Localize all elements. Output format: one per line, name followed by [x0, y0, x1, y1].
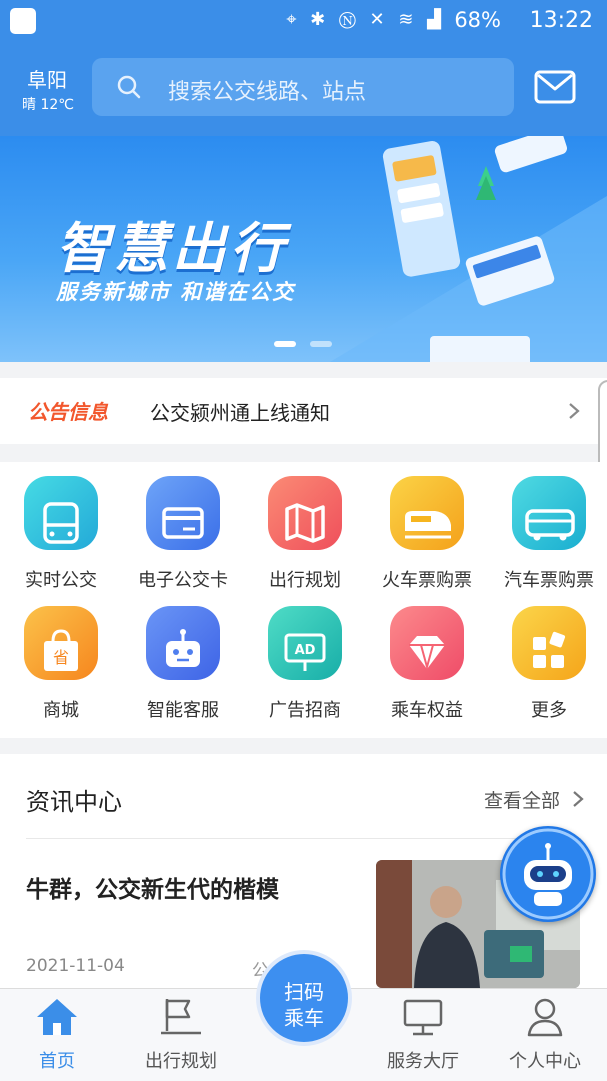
service-ride-benefits[interactable]: 乘车权益 [366, 592, 488, 722]
service-ecard[interactable]: 电子公交卡 [122, 462, 244, 592]
chevron-right-icon [569, 403, 580, 419]
service-label: 火车票购票 [382, 570, 472, 591]
coach-icon [525, 509, 575, 541]
service-trip-planning[interactable]: 出行规划 [244, 462, 366, 592]
robot-icon [502, 828, 594, 920]
top-header: 阜阳 晴 12℃ 搜索公交线路、站点 [0, 44, 607, 136]
tab-service-hall[interactable]: 服务大厅 [368, 989, 478, 1081]
service-train-ticket[interactable]: 火车票购票 [366, 462, 488, 592]
service-label: 汽车票购票 [504, 570, 594, 591]
service-advertising[interactable]: AD 广告招商 [244, 592, 366, 722]
ad-board-icon: AD [284, 633, 326, 671]
robot-icon [166, 629, 200, 667]
scan-to-ride-button[interactable]: 扫码 乘车 [256, 950, 352, 1046]
clock: 13:22 [529, 8, 593, 33]
divider [26, 838, 581, 839]
search-placeholder: 搜索公交线路、站点 [168, 80, 367, 105]
service-mall[interactable]: 省 商城 [0, 592, 122, 722]
home-icon [37, 999, 77, 1035]
article-title[interactable]: 牛群，公交新生代的楷模 [26, 870, 279, 904]
ai-assistant-button[interactable] [500, 826, 596, 922]
service-label: 电子公交卡 [138, 570, 228, 591]
banner-title: 智慧出行 [56, 217, 288, 280]
article-date: 2021-11-04 [26, 956, 125, 976]
status-icons: ⌖ ✱ Ⓝ ✕ ≋ ▟ [286, 9, 445, 30]
chevron-right-icon [573, 791, 584, 807]
service-label: 广告招商 [269, 700, 341, 721]
app-notification-icon [10, 8, 36, 34]
service-ai-support[interactable]: 智能客服 [122, 592, 244, 722]
battery-level: 68% [454, 8, 501, 32]
bus-icon [43, 502, 79, 544]
diamond-icon [409, 636, 445, 671]
flag-icon [161, 999, 201, 1035]
tab-profile[interactable]: 个人中心 [490, 989, 600, 1081]
banner-subtitle: 服务新城市 和谐在公交 [56, 280, 296, 304]
scan-label-line2: 乘车 [284, 1006, 324, 1030]
carousel-dot[interactable] [310, 341, 332, 347]
service-label: 出行规划 [269, 570, 341, 591]
tab-label: 首页 [39, 1051, 75, 1072]
service-label: 更多 [531, 700, 567, 721]
service-label: 智能客服 [147, 700, 219, 721]
news-section-title: 资讯中心 [26, 788, 122, 816]
notice-bar[interactable]: 公告信息 公交颍州通上线通知 [0, 378, 607, 444]
map-icon [285, 503, 325, 543]
grid-icon [533, 631, 566, 668]
card-icon [162, 507, 204, 539]
svg-text:省: 省 [53, 648, 69, 667]
monitor-icon [403, 999, 443, 1036]
service-label: 商城 [43, 700, 79, 721]
promo-banner[interactable]: 智慧出行 服务新城市 和谐在公交 [0, 136, 607, 362]
mail-icon[interactable] [534, 70, 576, 104]
carousel-dot-active[interactable] [274, 341, 296, 347]
service-label: 乘车权益 [391, 700, 463, 721]
tab-home[interactable]: 首页 [2, 989, 112, 1081]
service-grid: 实时公交 电子公交卡 出行规划 火车票购票 汽车票购票 省 商城 智能客服 AD… [0, 462, 607, 738]
search-icon [117, 75, 141, 99]
tab-label: 服务大厅 [387, 1051, 459, 1072]
view-all-link[interactable]: 查看全部 [484, 786, 560, 813]
service-realtime-bus[interactable]: 实时公交 [0, 462, 122, 592]
service-coach-ticket[interactable]: 汽车票购票 [488, 462, 607, 592]
service-label: 实时公交 [25, 570, 97, 591]
weather-info: 晴 12℃ [22, 97, 74, 113]
notice-tag: 公告信息 [28, 400, 108, 424]
search-bar[interactable]: 搜索公交线路、站点 [92, 58, 514, 116]
tab-trip-planning[interactable]: 出行规划 [126, 989, 236, 1081]
shopping-bag-icon: 省 [44, 629, 78, 671]
tab-label: 个人中心 [509, 1051, 581, 1072]
train-icon [405, 511, 451, 539]
city-selector[interactable]: 阜阳 [20, 64, 74, 93]
user-icon [527, 998, 563, 1037]
service-more[interactable]: 更多 [488, 592, 607, 722]
status-bar: ⌖ ✱ Ⓝ ✕ ≋ ▟ 68% 13:22 [0, 0, 607, 44]
notice-text[interactable]: 公交颍州通上线通知 [150, 397, 330, 426]
svg-text:AD: AD [295, 643, 316, 658]
scan-label-line1: 扫码 [284, 980, 324, 1004]
tab-label: 出行规划 [145, 1051, 217, 1072]
